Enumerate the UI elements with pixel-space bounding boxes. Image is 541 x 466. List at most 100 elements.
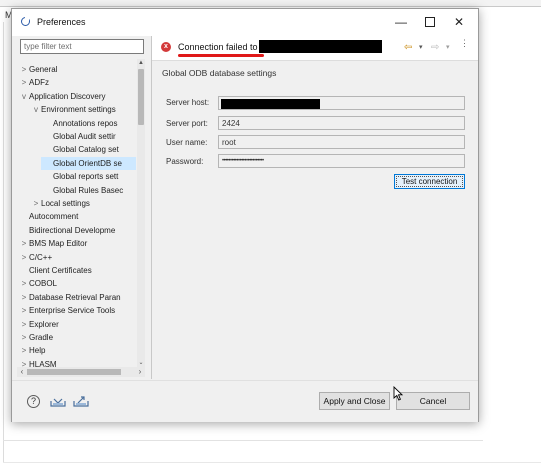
redacted-hostname bbox=[259, 40, 382, 53]
tree-item-label: Bidirectional Developme bbox=[29, 225, 116, 235]
preferences-nav-pane: >General>ADFzvApplication DiscoveryvEnvi… bbox=[17, 39, 145, 377]
expand-down-icon[interactable]: v bbox=[31, 103, 41, 116]
error-message: Connection failed to bbox=[178, 42, 258, 52]
expand-right-icon[interactable]: > bbox=[19, 344, 29, 357]
mouse-cursor-icon bbox=[393, 386, 403, 401]
expand-right-icon[interactable]: > bbox=[31, 197, 41, 210]
tree-item-label: Environment settings bbox=[41, 105, 116, 115]
expand-right-icon[interactable]: > bbox=[19, 358, 29, 367]
server-host-label: Server host: bbox=[166, 98, 210, 107]
tree-item[interactable]: Autocomment bbox=[19, 210, 78, 223]
tree-item-label: Global Rules Basec bbox=[53, 185, 124, 195]
background-divider bbox=[3, 22, 4, 462]
tree-item[interactable]: Bidirectional Developme bbox=[19, 224, 115, 237]
tree-item[interactable]: > Local settings bbox=[31, 197, 90, 210]
expand-right-icon[interactable]: > bbox=[19, 291, 29, 304]
tree-horizontal-scrollbar[interactable]: ‹ › bbox=[17, 367, 145, 377]
tree-item[interactable]: Global Audit settir bbox=[43, 130, 116, 143]
tree-item[interactable]: > Gradle bbox=[19, 331, 53, 344]
tree-item[interactable]: > Enterprise Service Tools bbox=[19, 304, 115, 317]
preferences-dialog: Preferences — ✕ >General>ADFzvApplicatio… bbox=[11, 8, 479, 422]
tree-item-label: C/C++ bbox=[29, 252, 53, 262]
tree-item[interactable]: > General bbox=[19, 63, 58, 76]
tree-item-label: Local settings bbox=[41, 199, 90, 208]
scrollbar-thumb[interactable] bbox=[27, 369, 121, 375]
tree-item-label: ADFz bbox=[29, 78, 49, 88]
tree-item[interactable]: Global Rules Basec bbox=[43, 184, 123, 197]
expand-right-icon[interactable]: > bbox=[19, 304, 29, 317]
preferences-tree: > General > ADFz v Application Discovery v Envi… bbox=[17, 59, 136, 367]
tree-item[interactable]: > C/C++ bbox=[19, 251, 52, 264]
expand-down-icon[interactable]: v bbox=[19, 90, 29, 103]
password-field[interactable] bbox=[218, 154, 465, 168]
tree-item-label: Global Catalog set bbox=[53, 145, 119, 155]
tree-item-label: Enterprise Service Tools bbox=[29, 306, 116, 316]
eclipse-app-icon bbox=[21, 17, 30, 26]
filter-input[interactable] bbox=[20, 39, 144, 54]
expand-right-icon[interactable]: > bbox=[19, 237, 29, 250]
message-area: x Connection failed to ⇦ ▾ ⇨ ▾ ⋮ bbox=[152, 36, 478, 61]
tree-item-label: Explorer bbox=[29, 319, 59, 329]
background-divider bbox=[3, 440, 483, 441]
tree-item-label: Database Retrieval Paran bbox=[29, 292, 121, 302]
expand-right-icon[interactable]: > bbox=[19, 318, 29, 331]
tree-item[interactable]: v Application Discovery bbox=[19, 90, 105, 103]
tree-item[interactable]: > Database Retrieval Paran bbox=[19, 291, 121, 304]
tree-item[interactable]: > COBOL bbox=[19, 277, 57, 290]
tree-item[interactable]: > HLASM bbox=[19, 358, 57, 367]
expand-right-icon[interactable]: > bbox=[19, 76, 29, 89]
scroll-right-icon[interactable]: › bbox=[135, 367, 145, 377]
scroll-down-icon[interactable]: ⌄ bbox=[137, 359, 145, 367]
export-icon[interactable] bbox=[73, 395, 89, 407]
back-dropdown-icon[interactable]: ▾ bbox=[419, 43, 423, 51]
tree-item[interactable]: Global OrientDB se bbox=[41, 156, 136, 170]
close-button[interactable]: ✕ bbox=[445, 12, 473, 32]
dialog-footer: ? Apply and Close Cancel bbox=[12, 380, 478, 422]
back-arrow-icon[interactable]: ⇦ bbox=[404, 42, 412, 53]
tree-item-label: BMS Map Editor bbox=[29, 239, 88, 249]
window-title: Preferences bbox=[37, 17, 86, 27]
tree-item[interactable]: Client Certificates bbox=[19, 264, 92, 277]
tree-item[interactable]: Global reports sett bbox=[43, 170, 118, 183]
import-icon[interactable] bbox=[50, 397, 66, 407]
password-label: Password: bbox=[166, 157, 204, 166]
tree-item[interactable]: Global Catalog set bbox=[43, 143, 119, 156]
user-name-field[interactable] bbox=[218, 135, 465, 149]
maximize-button[interactable] bbox=[416, 12, 444, 32]
expand-right-icon[interactable]: > bbox=[19, 63, 29, 76]
expand-right-icon[interactable]: > bbox=[19, 251, 29, 264]
section-title: Global ODB database settings bbox=[162, 68, 277, 78]
apply-and-close-button[interactable]: Apply and Close bbox=[319, 392, 390, 410]
tree-item[interactable]: > BMS Map Editor bbox=[19, 237, 88, 250]
server-port-label: Server port: bbox=[166, 119, 208, 128]
tree-item[interactable]: > Help bbox=[19, 344, 46, 357]
tree-item-label: Annotations repos bbox=[53, 118, 118, 128]
scroll-left-icon[interactable]: ‹ bbox=[17, 367, 27, 377]
background-divider bbox=[3, 462, 541, 463]
scroll-up-icon[interactable]: ▲ bbox=[137, 59, 145, 67]
tree-item[interactable]: Annotations repos bbox=[43, 117, 118, 130]
minimize-button[interactable]: — bbox=[387, 12, 415, 32]
forward-arrow-icon[interactable]: ⇨ bbox=[431, 42, 439, 53]
scrollbar-thumb[interactable] bbox=[138, 69, 144, 125]
tree-item[interactable]: > ADFz bbox=[19, 76, 49, 89]
cancel-button[interactable]: Cancel bbox=[396, 392, 470, 410]
tree-vertical-scrollbar[interactable]: ▲ ⌄ bbox=[137, 59, 145, 367]
forward-dropdown-icon[interactable]: ▾ bbox=[446, 43, 450, 51]
help-icon[interactable]: ? bbox=[27, 395, 40, 408]
tree-item[interactable]: > Explorer bbox=[19, 318, 59, 331]
server-port-field[interactable] bbox=[218, 116, 465, 130]
expand-right-icon[interactable]: > bbox=[19, 331, 29, 344]
tree-item-label: HLASM bbox=[29, 359, 57, 367]
tree-item-label: COBOL bbox=[29, 279, 58, 289]
maximize-icon bbox=[425, 16, 435, 27]
redacted-host-value bbox=[221, 99, 320, 109]
view-menu-icon[interactable]: ⋮ bbox=[460, 39, 469, 48]
tree-item-label: General bbox=[29, 65, 58, 74]
test-connection-button[interactable]: Test connection bbox=[394, 174, 465, 189]
title-bar[interactable]: Preferences — ✕ bbox=[12, 9, 478, 36]
annotation-underline bbox=[178, 54, 264, 57]
expand-right-icon[interactable]: > bbox=[19, 277, 29, 290]
user-name-label: User name: bbox=[166, 138, 208, 147]
tree-item[interactable]: v Environment settings bbox=[31, 103, 116, 116]
